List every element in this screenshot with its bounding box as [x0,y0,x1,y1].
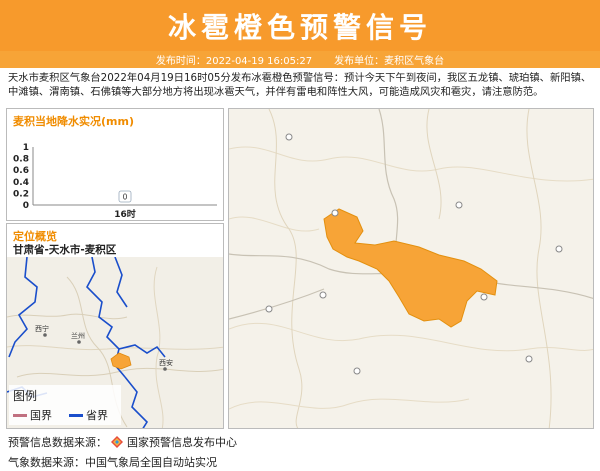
location-region: 甘肃省-天水市-麦积区 [13,244,117,256]
publish-info-bar: 发布时间：2022-04-19 16:05:27 发布单位：麦积区气象台 [0,51,600,68]
data-label: 0 [123,193,128,202]
detail-map[interactable] [229,109,594,429]
country-border-swatch [13,413,27,417]
warning-source-name: 国家预警信息发布中心 [127,436,237,449]
city-label: 西安 [159,358,173,367]
warning-header: 冰雹橙色预警信号 [0,0,600,51]
precipitation-chart-panel: 麦积当地降水实况(mm) 0 0.2 0.4 0.6 0.8 1 16时 0 [6,108,224,221]
x-tick-label: 16时 [114,208,136,220]
warning-source-line: 预警信息数据来源： 国家预警信息发布中心 [8,434,237,450]
y-tick-label: 0.8 [13,155,29,165]
legend-item-province: 省界 [69,407,108,423]
y-tick-label: 0.4 [13,178,29,188]
precipitation-chart: 0 0.20.4 0.60.8 1 16时 0 [13,143,217,220]
y-tick-label: 0.2 [13,189,29,199]
legend-label: 国界 [30,409,52,422]
location-overview-panel: 定位概览 甘肃省-天水市-麦积区 西宁 兰州 西安 图例 国界 省界 [6,223,224,429]
city-label: 兰州 [71,331,85,340]
province-border-swatch [69,413,83,417]
warning-title: 冰雹橙色预警信号 [167,10,432,44]
legend-item-country: 国界 [13,407,52,423]
warning-source-label: 预警信息数据来源： [8,436,107,449]
y-tick-label: 0.6 [13,166,29,176]
y-tick-label: 1 [23,143,29,153]
warning-center-logo-icon [111,436,123,448]
weather-source-text: 气象数据来源：中国气象局全国自动站实况 [8,456,217,469]
warning-area-map[interactable] [228,108,594,429]
city-label: 西宁 [35,324,49,333]
warning-description: 天水市麦积区气象台2022年04月19日16时05分发布冰雹橙色预警信号：预计今… [8,72,592,98]
y-tick-label: 0 [23,201,29,211]
legend-title: 图例 [13,389,38,403]
publish-time: 发布时间：2022-04-19 16:05:27 [155,56,313,67]
map-legend: 图例 国界 省界 [9,385,121,425]
publisher: 发布单位：麦积区气象台 [334,56,445,67]
weather-source-line: 气象数据来源：中国气象局全国自动站实况 [8,454,217,470]
legend-label: 省界 [86,409,108,422]
